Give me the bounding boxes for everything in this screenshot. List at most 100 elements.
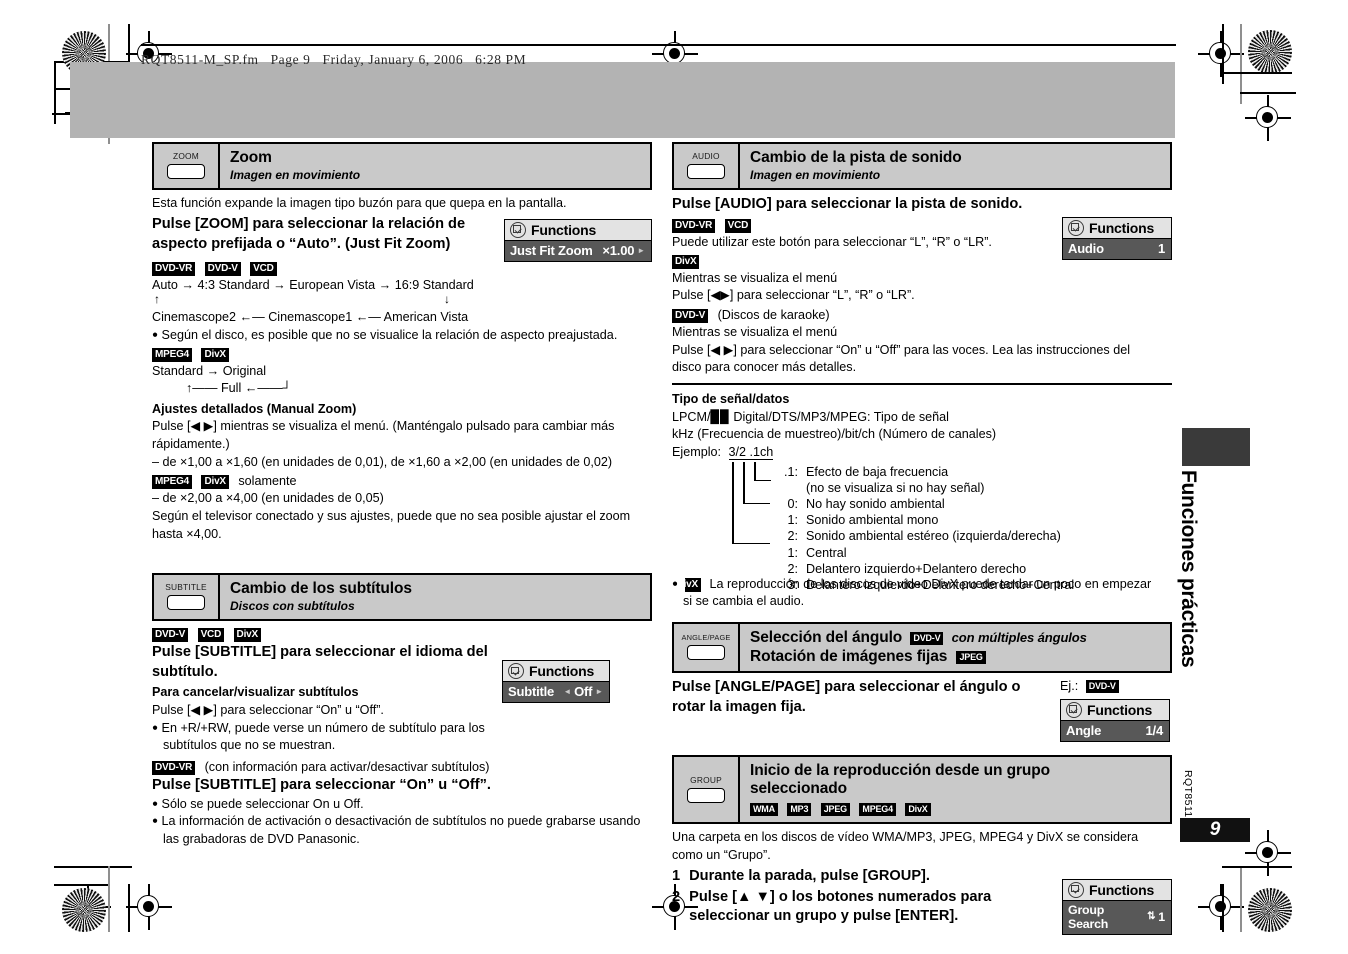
- zoom-flow-top: Auto → 4:3 Standard → European Vista → 1…: [152, 277, 474, 292]
- osd-row-label: Subtitle: [508, 684, 555, 700]
- right-column: AUDIO Cambio de la pista de sonido Image…: [672, 142, 1172, 935]
- tree-desc: (no se visualiza si no hay señal): [806, 480, 985, 495]
- signal-example: Ejemplo: 3/2 .1ch: [672, 444, 1172, 461]
- osd-functions-audio: Functions Audio 1: [1062, 217, 1172, 261]
- section-divider: [672, 382, 1172, 386]
- disc-badge: DVD-V: [672, 309, 709, 324]
- remote-button-zoom[interactable]: ZOOM: [154, 144, 220, 189]
- zoom-tv-note-line2: hasta ×4,00.: [152, 526, 222, 541]
- remote-button-group[interactable]: GROUP: [674, 756, 740, 823]
- remote-button-shape: [687, 645, 725, 661]
- remote-button-audio[interactable]: AUDIO: [674, 144, 740, 189]
- badge-suffix: solamente: [238, 474, 297, 489]
- audio-text-4: Mientras se visualiza el menú: [672, 325, 838, 340]
- crop-line: [1222, 72, 1292, 74]
- sidebar-tab-block: [1182, 428, 1250, 466]
- section-title-line-1: Inicio de la reproducción desde un grupo: [750, 761, 1051, 779]
- section-header-zoom: ZOOM Zoom Imagen en movimiento: [152, 142, 652, 191]
- tree-desc: Sonido ambiental mono: [806, 513, 939, 528]
- crop-line: [54, 866, 132, 868]
- disc-badge: DVD-V: [910, 631, 944, 645]
- note-text: Según el disco, es posible que no se vis…: [161, 328, 618, 343]
- crop-line: [54, 62, 56, 124]
- tree-key: 0:: [787, 497, 798, 511]
- left-column: ZOOM Zoom Imagen en movimiento Esta func…: [152, 142, 652, 849]
- osd-row-label: Group Search: [1068, 902, 1109, 931]
- title-qualifier: con múltiples ángulos: [951, 629, 1087, 645]
- tree-desc: Delantero izquierdo+Delantero derecho+Ce…: [806, 578, 1075, 593]
- osd-row-value: 1: [1158, 909, 1165, 924]
- section-header-angle: ANGLE/PAGE Selección del ángulo DVD-V co…: [672, 621, 1172, 674]
- zoom-note-disc: ● Según el disco, es posible que no se v…: [152, 327, 652, 344]
- osd-title: Functions: [531, 221, 597, 238]
- subtitle-note-3-cont: las grabadoras de DVD Panasonic.: [163, 831, 360, 846]
- disc-badge: VCD: [724, 219, 752, 234]
- title-text: Rotación de imágenes fijas: [750, 648, 948, 666]
- zoom-flow-mpeg-bottom: ↑—— Full ←——┘: [186, 381, 292, 396]
- section-header-group: GROUP Inicio de la reproducción desde un…: [672, 754, 1172, 825]
- disc-badge: DivX: [201, 475, 229, 490]
- disc-badge: JPEG: [820, 803, 850, 817]
- remote-button-shape: [687, 787, 725, 803]
- section-title: Cambio de la pista de sonido: [750, 149, 962, 166]
- disc-badge: DVD-V: [204, 261, 241, 276]
- remote-button-shape: [167, 595, 205, 611]
- disc-badge: JPEG: [956, 651, 986, 665]
- tree-key: 1:: [787, 513, 798, 528]
- page-number-badge: 9: [1180, 818, 1250, 842]
- subtitle-badge-vr: DVD-VR (con información para activar/des…: [152, 759, 652, 775]
- osd-row-label: Just Fit Zoom: [510, 242, 593, 258]
- subtitle-note-1-cont: subtítulos que no se muestran.: [163, 738, 336, 753]
- remote-button-angle-page[interactable]: ANGLE/PAGE: [674, 623, 740, 672]
- example-value: 3/2 .1ch: [728, 444, 774, 460]
- title-text: Selección del ángulo: [750, 628, 903, 646]
- bullet-icon: ●: [152, 798, 159, 810]
- functions-check-icon: [1068, 881, 1084, 898]
- example-label: Ej.:: [1060, 679, 1079, 694]
- remote-button-label: AUDIO: [692, 151, 720, 162]
- zoom-flow-bottom: Cinemascope2 ←— Cinemascope1 ←— American…: [152, 310, 469, 325]
- disc-badge: WMA: [750, 803, 778, 817]
- tree-line: [732, 461, 734, 544]
- audio-badge-divx: DivX: [672, 253, 1054, 269]
- subtitle-badges-1: DVD-V VCD DivX: [152, 626, 652, 643]
- disc-badge: DivX: [233, 628, 261, 643]
- disc-badge: VCD: [250, 261, 277, 276]
- osd-title: Functions: [529, 663, 595, 680]
- osd-row-value: 1: [1157, 241, 1165, 257]
- section-header-subtitle: SUBTITLE Cambio de los subtítulos Discos…: [152, 573, 652, 622]
- angle-example-label-row: Ej.: DVD-V: [1060, 678, 1172, 695]
- subtitle-note-2: ● Sólo se puede seleccionar On u Off.: [152, 796, 652, 813]
- group-badges: WMA MP3 JPEG MPEG4 DivX: [750, 801, 1162, 817]
- tree-key: 2:: [787, 561, 798, 576]
- example-label: Ejemplo:: [672, 444, 721, 459]
- audio-text-5-line1: Pulse [◀ ▶] para seleccionar “On” u “Off…: [672, 342, 1131, 357]
- signal-line-1: LPCM/▉▉ Digital/DTS/MP3/MPEG: Tipo de se…: [672, 409, 949, 424]
- zoom-manual-line2: rápidamente.): [152, 437, 230, 452]
- registration-mark: [1245, 95, 1291, 141]
- disc-badge: MPEG4: [152, 347, 193, 362]
- section-subtitle: Imagen en movimiento: [750, 168, 881, 183]
- disc-badge: DivX: [201, 347, 229, 362]
- subtitle-cancel-text: Pulse [◀ ▶] para seleccionar “On” u “Off…: [152, 702, 384, 717]
- angle-instruction-line2: rotar la imagen fija.: [672, 699, 806, 716]
- zoom-badges-1: DVD-VR DVD-V VCD: [152, 260, 494, 276]
- tree-key: [770, 480, 798, 496]
- badge-suffix: (Discos de karaoke): [717, 308, 830, 323]
- disc-badge: DivX: [672, 254, 700, 269]
- tree-line: [754, 461, 756, 481]
- zoom-badges-3: MPEG4 DivX solamente: [152, 473, 652, 490]
- osd-row-value: ×1.00: [602, 242, 635, 258]
- remote-button-subtitle[interactable]: SUBTITLE: [154, 575, 220, 620]
- spinner-icon: ⇅: [1147, 911, 1156, 923]
- group-intro-line2: como un “Grupo”.: [672, 848, 771, 863]
- step-text-cont: seleccionar un grupo y pulse [ENTER].: [689, 907, 959, 924]
- subtitle-note-1: ● En +R/+RW, puede verse un número de su…: [152, 720, 492, 737]
- disc-badge: VCD: [197, 628, 225, 643]
- remote-button-shape: [167, 164, 205, 180]
- functions-check-icon: [510, 221, 526, 238]
- sidebar-doc-code: RQT8511: [1182, 770, 1194, 818]
- audio-badge-dvdv: DVD-V (Discos de karaoke): [672, 307, 1172, 324]
- osd-title: Functions: [1089, 220, 1155, 237]
- functions-check-icon: [1066, 701, 1082, 718]
